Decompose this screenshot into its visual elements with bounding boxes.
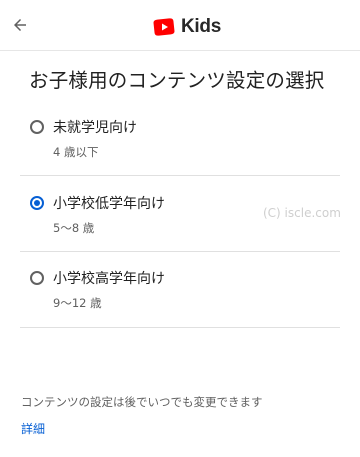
radio-button-selected[interactable] — [30, 196, 44, 210]
option-preschool[interactable]: 未就学児向け 4 歳以下 — [20, 120, 340, 194]
divider — [20, 327, 340, 328]
divider — [20, 175, 340, 176]
option-label: 小学校高学年向け — [53, 271, 165, 287]
option-age: 4 歳以下 — [53, 145, 99, 159]
details-link[interactable]: 詳細 — [21, 420, 45, 437]
top-app-bar: Kids — [0, 0, 360, 51]
option-age: 9〜12 歳 — [53, 296, 102, 310]
radio-button[interactable] — [30, 271, 44, 285]
arrow-back-icon — [14, 19, 26, 31]
page-title: お子様用のコンテンツ設定の選択 — [29, 69, 325, 92]
watermark: (C) iscle.com — [263, 206, 341, 220]
option-age: 5〜8 歳 — [53, 221, 95, 235]
radio-button[interactable] — [30, 120, 44, 134]
option-label: 小学校低学年向け — [53, 196, 165, 212]
settings-note: コンテンツの設定は後でいつでも変更できます — [21, 395, 263, 409]
back-button[interactable] — [8, 13, 32, 37]
logo-text: Kids — [181, 16, 221, 37]
option-label: 未就学児向け — [53, 120, 137, 136]
youtube-kids-logo: Kids — [152, 16, 221, 38]
divider — [20, 251, 340, 252]
youtube-play-icon — [153, 18, 175, 36]
option-older[interactable]: 小学校高学年向け 9〜12 歳 — [20, 271, 340, 345]
